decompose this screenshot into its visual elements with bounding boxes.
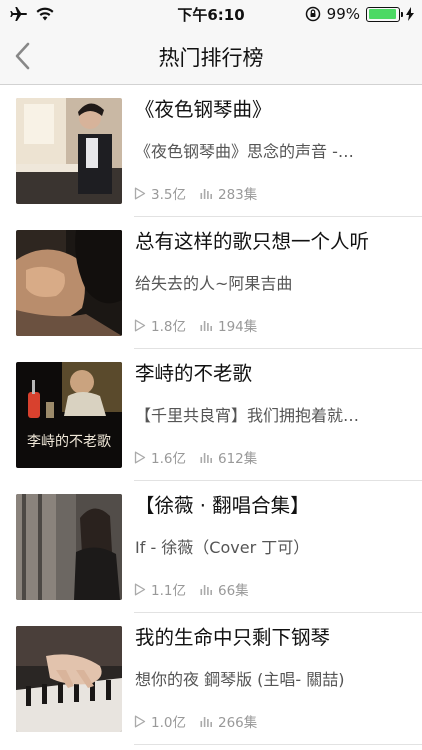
item-subtitle: 给失去的人~阿果吉曲 xyxy=(135,274,293,293)
episode-count: 266集 xyxy=(217,715,258,731)
episode-count: 612集 xyxy=(217,451,258,467)
list-item[interactable]: 总有这样的歌只想一个人听 给失去的人~阿果吉曲 1.8亿 194集 xyxy=(0,217,422,349)
album-cover xyxy=(16,494,122,600)
episode-count-icon xyxy=(200,189,212,199)
episode-count-icon xyxy=(200,321,212,331)
episode-count-icon xyxy=(200,717,212,727)
episode-count-icon xyxy=(200,453,212,463)
page-title: 热门排行榜 xyxy=(158,46,264,70)
play-count: 3.5亿 xyxy=(151,187,186,203)
play-count: 1.0亿 xyxy=(151,715,186,731)
episode-count: 194集 xyxy=(217,319,258,335)
play-count-icon xyxy=(134,187,146,199)
rotation-lock-icon xyxy=(305,6,320,22)
item-meta: 1.8亿 194集 xyxy=(134,315,271,335)
list-item[interactable]: 我的生命中只剩下钢琴 想你的夜 鋼琴版 (主唱- 關喆) 1.0亿 266集 xyxy=(0,613,422,745)
cover-title-text: 李峙的不老歌 xyxy=(27,434,111,450)
play-count: 1.8亿 xyxy=(151,319,186,335)
play-count: 1.1亿 xyxy=(151,583,186,599)
navigation-bar: 热门排行榜 xyxy=(0,28,422,85)
list-item[interactable]: 《夜色钢琴曲》 《夜色钢琴曲》思念的声音 -… 3.5亿 283集 xyxy=(0,85,422,217)
play-count: 1.6亿 xyxy=(151,451,186,467)
item-title: 总有这样的歌只想一个人听 xyxy=(135,230,370,253)
album-cover xyxy=(16,98,122,204)
album-cover: 李峙的不老歌 xyxy=(16,362,122,468)
item-title: 李峙的不老歌 xyxy=(135,362,253,385)
play-count-icon xyxy=(134,583,146,595)
item-title: 《夜色钢琴曲》 xyxy=(135,98,272,121)
item-subtitle: 《夜色钢琴曲》思念的声音 -… xyxy=(135,142,354,161)
play-count-icon xyxy=(134,451,146,463)
album-cover xyxy=(16,626,122,732)
list-item[interactable]: 李峙的不老歌 李峙的不老歌 【千里共良宵】我们拥抱着就… 1.6亿 612集 xyxy=(0,349,422,481)
item-meta: 3.5亿 283集 xyxy=(134,183,271,203)
item-meta: 1.0亿 266集 xyxy=(134,711,271,731)
charging-icon xyxy=(406,7,414,21)
item-subtitle: If - 徐薇（Cover 丁可） xyxy=(135,538,310,557)
episode-count: 283集 xyxy=(217,187,258,203)
battery-percent: 99% xyxy=(326,5,360,23)
episode-count: 66集 xyxy=(217,583,249,599)
item-title: 我的生命中只剩下钢琴 xyxy=(135,626,331,649)
item-subtitle: 【千里共良宵】我们拥抱着就… xyxy=(135,406,360,425)
battery-icon xyxy=(366,6,403,22)
list-item[interactable]: 【徐薇 · 翻唱合集】 If - 徐薇（Cover 丁可） 1.1亿 66集 xyxy=(0,481,422,613)
play-count-icon xyxy=(134,319,146,331)
ranking-list: 《夜色钢琴曲》 《夜色钢琴曲》思念的声音 -… 3.5亿 283集 总有这样的歌… xyxy=(0,85,422,745)
item-meta: 1.1亿 66集 xyxy=(134,579,263,599)
play-count-icon xyxy=(134,715,146,727)
episode-count-icon xyxy=(200,585,212,595)
row-divider xyxy=(134,744,422,745)
item-meta: 1.6亿 612集 xyxy=(134,447,271,467)
item-title: 【徐薇 · 翻唱合集】 xyxy=(135,494,310,517)
album-cover xyxy=(16,230,122,336)
item-subtitle: 想你的夜 鋼琴版 (主唱- 關喆) xyxy=(135,670,345,689)
status-bar: 下午6:10 99% xyxy=(0,0,422,28)
